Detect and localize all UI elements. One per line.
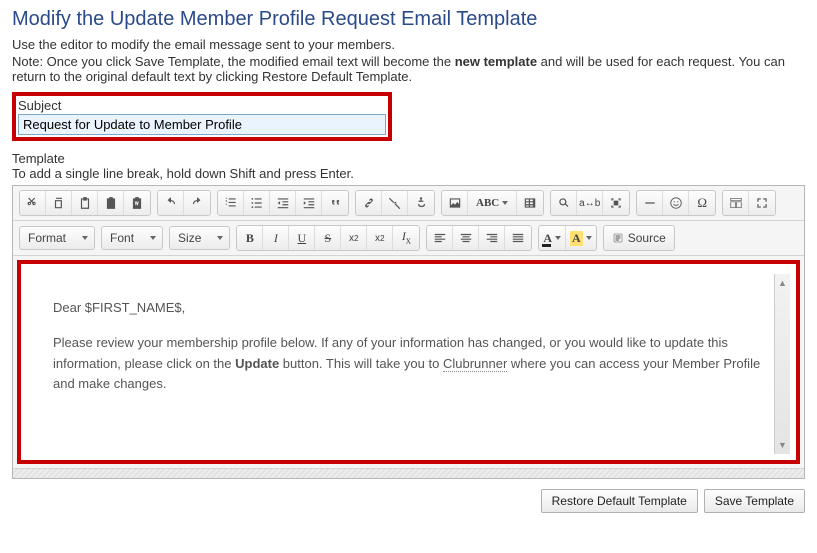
superscript-button[interactable]: x2 xyxy=(367,226,393,250)
strike-button[interactable]: S xyxy=(315,226,341,250)
footer-buttons: Restore Default Template Save Template xyxy=(12,489,805,513)
template-hint: To add a single line break, hold down Sh… xyxy=(12,166,805,181)
spellcheck-button[interactable]: ABC xyxy=(468,191,517,215)
indent-button[interactable] xyxy=(296,191,322,215)
table-button[interactable] xyxy=(517,191,543,215)
body-paragraph-1: Please review your membership profile be… xyxy=(53,333,764,395)
align-center-button[interactable] xyxy=(453,226,479,250)
smiley-button[interactable] xyxy=(663,191,689,215)
subject-label: Subject xyxy=(18,98,386,113)
format-dropdown[interactable]: Format xyxy=(19,226,95,250)
save-template-button[interactable]: Save Template xyxy=(704,489,805,513)
paste-word-button[interactable] xyxy=(124,191,150,215)
select-all-button[interactable] xyxy=(603,191,629,215)
hr-button[interactable] xyxy=(637,191,663,215)
cut-button[interactable] xyxy=(20,191,46,215)
intro-pre: Note: Once you click Save Template, the … xyxy=(12,54,455,69)
bold-button[interactable]: B xyxy=(237,226,263,250)
scrollbar[interactable]: ▲ ▼ xyxy=(774,274,790,454)
outdent-button[interactable] xyxy=(270,191,296,215)
copy-button[interactable] xyxy=(46,191,72,215)
toolbar-row-2: Format Font Size B I U S x2 x2 Ix A A So… xyxy=(13,221,804,256)
source-button[interactable]: Source xyxy=(604,226,674,250)
template-label: Template xyxy=(12,151,805,166)
body-bold-update: Update xyxy=(235,356,279,371)
show-blocks-button[interactable] xyxy=(723,191,749,215)
remove-format-button[interactable]: Ix xyxy=(393,226,419,250)
align-justify-button[interactable] xyxy=(505,226,531,250)
intro-line-2: Note: Once you click Save Template, the … xyxy=(12,54,805,84)
replace-button[interactable]: a↔b xyxy=(577,191,603,215)
undo-button[interactable] xyxy=(158,191,184,215)
body-greeting: Dear $FIRST_NAME$, xyxy=(53,298,764,319)
paste-text-button[interactable] xyxy=(98,191,124,215)
find-button[interactable] xyxy=(551,191,577,215)
resize-grip[interactable] xyxy=(13,468,804,478)
size-dropdown[interactable]: Size xyxy=(169,226,230,250)
subject-highlight: Subject xyxy=(12,92,392,141)
subject-input[interactable] xyxy=(18,114,386,135)
text-color-button[interactable]: A xyxy=(539,226,566,250)
rich-text-editor: ABC a↔b Ω Format Font Size B I U S x2 x2 xyxy=(12,185,805,479)
font-dropdown[interactable]: Font xyxy=(101,226,163,250)
bullet-list-button[interactable] xyxy=(244,191,270,215)
paste-button[interactable] xyxy=(72,191,98,215)
unlink-button[interactable] xyxy=(382,191,408,215)
editor-content-area[interactable]: Dear $FIRST_NAME$, Please review your me… xyxy=(27,274,790,454)
editor-body-highlight: Dear $FIRST_NAME$, Please review your me… xyxy=(17,260,800,464)
blockquote-button[interactable] xyxy=(322,191,348,215)
maximize-button[interactable] xyxy=(749,191,775,215)
align-right-button[interactable] xyxy=(479,226,505,250)
bg-color-button[interactable]: A xyxy=(566,226,596,250)
special-char-button[interactable]: Ω xyxy=(689,191,715,215)
body-link-clubrunner: Clubrunner xyxy=(443,356,507,372)
toolbar-row-1: ABC a↔b Ω xyxy=(13,186,804,221)
link-button[interactable] xyxy=(356,191,382,215)
italic-button[interactable]: I xyxy=(263,226,289,250)
underline-button[interactable]: U xyxy=(289,226,315,250)
image-button[interactable] xyxy=(442,191,468,215)
subscript-button[interactable]: x2 xyxy=(341,226,367,250)
scroll-down-icon[interactable]: ▼ xyxy=(778,436,787,454)
scroll-up-icon[interactable]: ▲ xyxy=(778,274,787,292)
restore-default-button[interactable]: Restore Default Template xyxy=(541,489,698,513)
redo-button[interactable] xyxy=(184,191,210,215)
intro-bold: new template xyxy=(455,54,537,69)
intro-line-1: Use the editor to modify the email messa… xyxy=(12,37,805,52)
align-left-button[interactable] xyxy=(427,226,453,250)
anchor-button[interactable] xyxy=(408,191,434,215)
source-label: Source xyxy=(628,231,666,245)
numbered-list-button[interactable] xyxy=(218,191,244,215)
page-title: Modify the Update Member Profile Request… xyxy=(12,8,805,31)
